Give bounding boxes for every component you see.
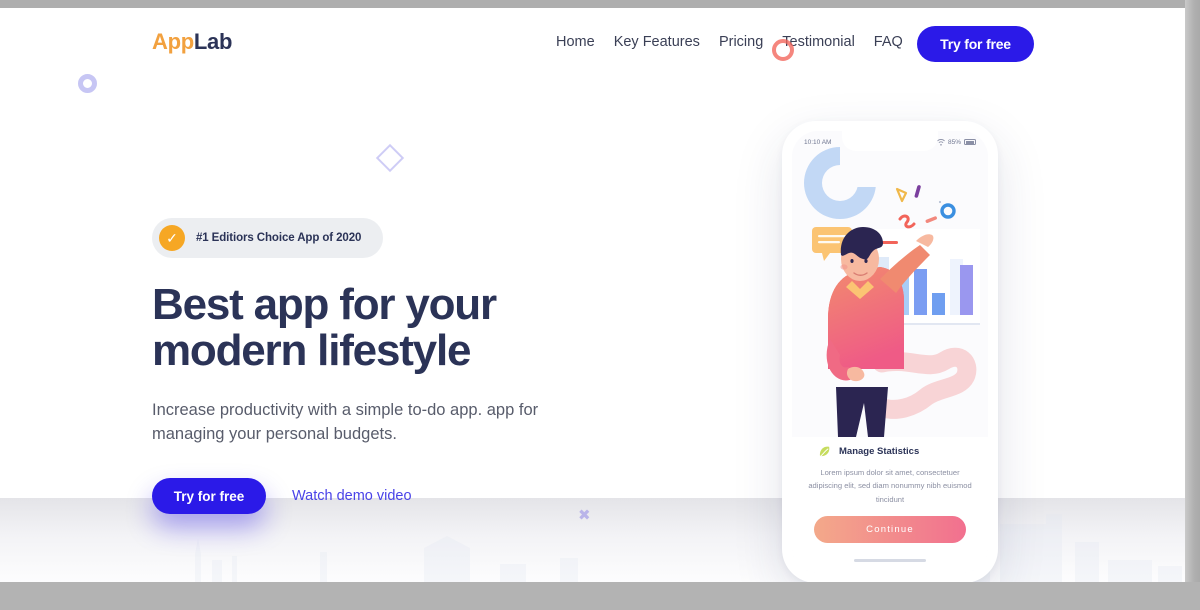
status-battery-percent: 85% [947, 138, 961, 146]
card-title: Manage Statistics [839, 446, 920, 457]
chrome-bottom-bar [0, 582, 1200, 610]
nav-item-testimonial[interactable]: Testimonial [782, 34, 855, 50]
main-navigation: Home Key Features Pricing Testimonial FA… [556, 34, 903, 50]
continue-button[interactable]: Continue [814, 516, 966, 543]
header-try-for-free-button[interactable]: Try for free [917, 26, 1034, 62]
brand-logo[interactable]: AppLab [152, 29, 232, 55]
wifi-icon [937, 138, 945, 146]
battery-icon [964, 139, 976, 145]
badge-label: #1 Editiors Choice App of 2020 [196, 232, 362, 244]
hero-subtitle: Increase productivity with a simple to-d… [152, 401, 539, 444]
home-indicator [854, 559, 926, 562]
card-title-row: Manage Statistics [806, 445, 974, 458]
headline-line-2: modern lifestyle [152, 326, 471, 376]
circle-outline-icon [78, 74, 97, 93]
headline-line-1: Best app for your [152, 280, 497, 329]
card-body-text: Lorem ipsum dolor sit amet, consectetuer… [808, 468, 972, 504]
site-header: AppLab Home Key Features Pricing Testimo… [0, 8, 1185, 76]
chrome-right-edge [1185, 0, 1200, 610]
phone-notch [842, 131, 938, 151]
brand-logo-second: Lab [193, 29, 233, 54]
diamond-outline-icon [375, 143, 405, 173]
nav-item-key-features[interactable]: Key Features [614, 34, 700, 50]
phone-card-body: Manage Statistics Lorem ipsum dolor sit … [792, 437, 988, 573]
chrome-top-bar [0, 0, 1200, 8]
watch-demo-video-link[interactable]: Watch demo video [292, 488, 412, 504]
editors-choice-badge: ✓ #1 Editiors Choice App of 2020 [152, 218, 384, 258]
hero-section: ✓ #1 Editiors Choice App of 2020 Best ap… [152, 218, 672, 515]
page-title: Best app for your modern lifestyle [152, 280, 672, 376]
brand-logo-first: App [152, 29, 194, 54]
leaf-icon [819, 446, 830, 457]
status-time: 10:10 AM [804, 138, 832, 146]
browser-chrome: ✖ AppLab Home Key Features Pricing Testi… [0, 0, 1200, 610]
nav-item-home[interactable]: Home [556, 34, 595, 50]
hero-try-for-free-button[interactable]: Try for free [152, 478, 266, 515]
page-viewport: ✖ AppLab Home Key Features Pricing Testi… [0, 8, 1185, 582]
status-indicators: 85% [937, 139, 976, 146]
nav-item-pricing[interactable]: Pricing [719, 34, 763, 50]
nav-item-faq[interactable]: FAQ [874, 34, 903, 50]
check-circle-icon: ✓ [159, 225, 185, 251]
hero-cta-row: Try for free Watch demo video [152, 478, 672, 515]
man-presenting-bar-chart-illustration [792, 131, 988, 437]
phone-mockup: 10:10 AM 85% Manage Statistics Lorem ips… [782, 121, 998, 582]
phone-screen: 10:10 AM 85% Manage Statistics Lorem ips… [792, 131, 988, 573]
